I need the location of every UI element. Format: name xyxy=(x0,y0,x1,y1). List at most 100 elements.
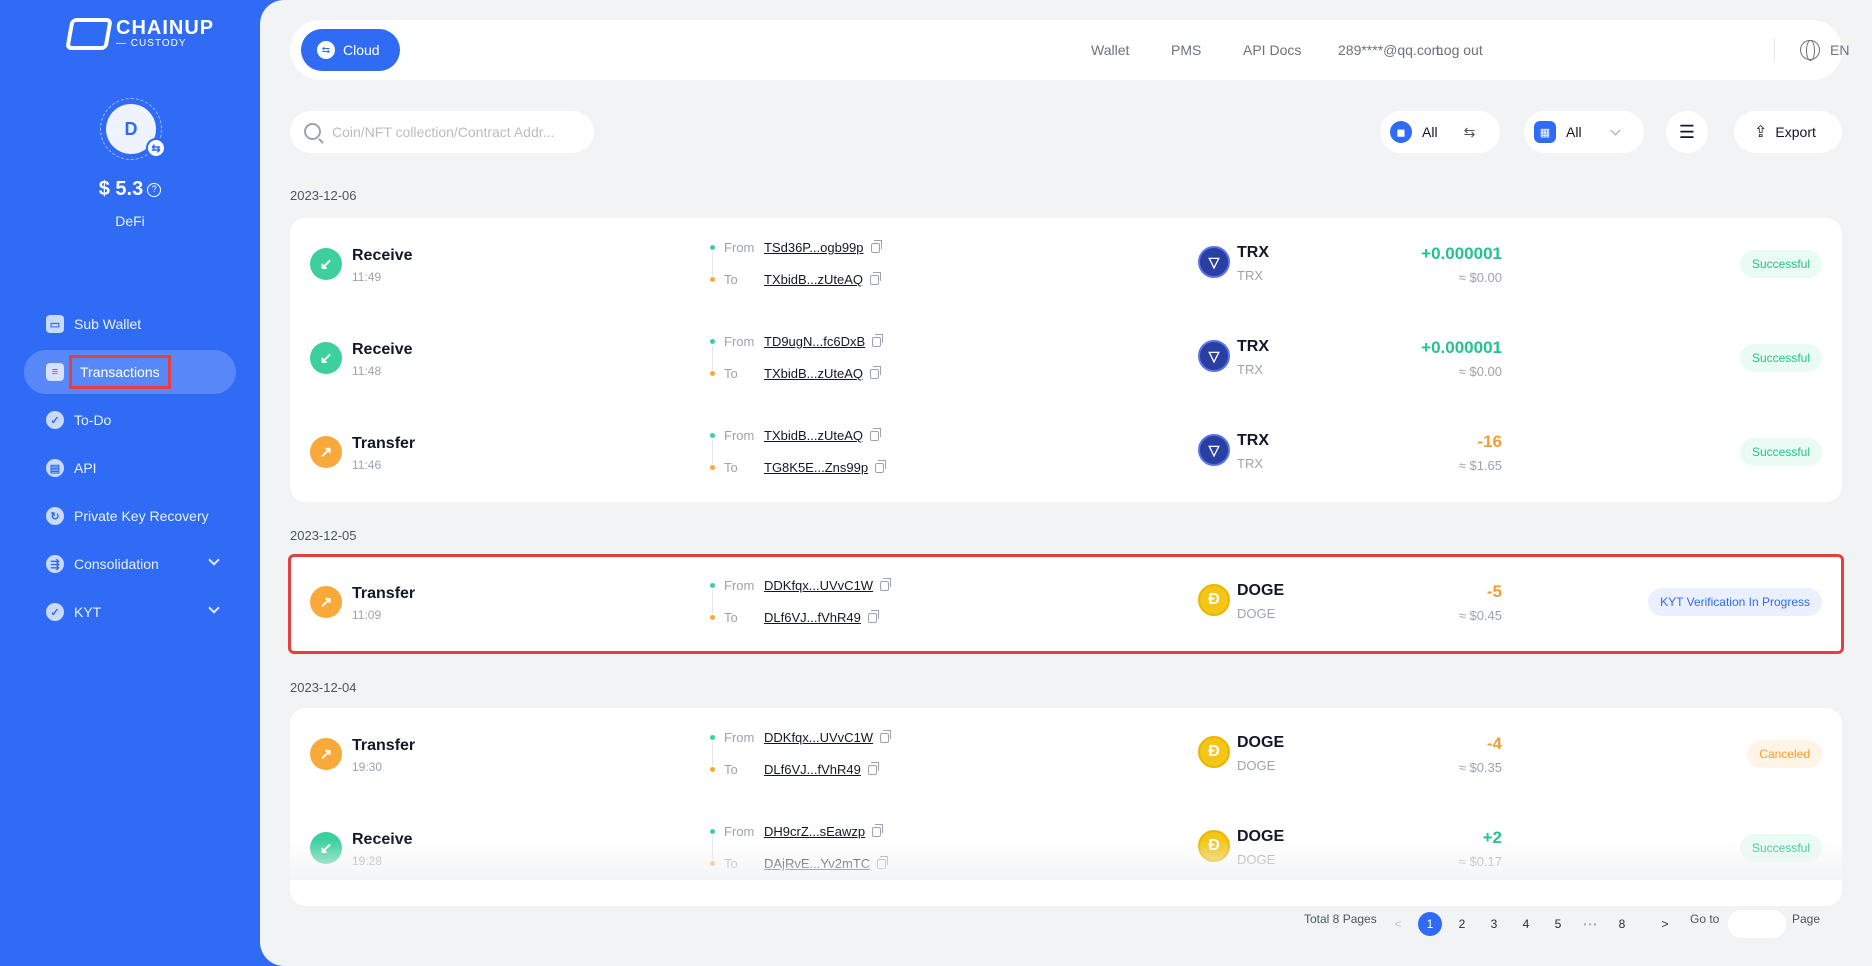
trx-coin-icon: ▽ xyxy=(1198,246,1230,278)
coin-symbol: TRX xyxy=(1237,432,1269,449)
from-dot-icon xyxy=(710,433,715,438)
transaction-time: 11:46 xyxy=(352,458,382,472)
transaction-row[interactable]: ↙ Receive 11:48 From TD9ugN...fc6DxB To TXbidB… xyxy=(290,312,1842,406)
fiat-value: ≈ $0.35 xyxy=(1458,760,1502,775)
coin-name: TRX xyxy=(1237,456,1263,471)
globe-icon[interactable] xyxy=(1800,40,1820,61)
from-address-value[interactable]: DH9crZ...sEawzp xyxy=(764,824,865,839)
page-2[interactable]: 2 xyxy=(1450,912,1474,936)
from-address-value[interactable]: TD9ugN...fc6DxB xyxy=(764,334,865,349)
search-icon xyxy=(304,123,321,140)
to-label: To xyxy=(724,366,738,381)
to-address-value[interactable]: TXbidB...zUteAQ xyxy=(764,272,863,287)
prev-page-button[interactable]: < xyxy=(1386,912,1410,936)
transaction-row[interactable]: ↗ Transfer 11:46 From TXbidB...zUteAQ To TG8K5… xyxy=(290,406,1842,500)
sidebar-item-consolidation[interactable]: ⇶ Consolidation xyxy=(24,542,236,586)
grid-icon: ▦ xyxy=(1534,121,1556,143)
chevron-down-icon[interactable] xyxy=(208,602,220,614)
top-bar: ⇆ Cloud Wallet PMS API Docs 289****@qq.c… xyxy=(290,20,1849,80)
copy-icon[interactable] xyxy=(869,271,881,285)
switch-wallet-icon[interactable]: ⇆ xyxy=(146,138,166,158)
copy-icon[interactable] xyxy=(869,427,881,441)
copy-icon[interactable] xyxy=(867,761,879,775)
from-address-value[interactable]: TXbidB...zUteAQ xyxy=(764,428,863,443)
api-icon: ▤ xyxy=(46,459,64,477)
chevron-down-icon[interactable] xyxy=(208,554,220,566)
copy-icon[interactable] xyxy=(880,729,892,743)
transaction-row[interactable]: ↙ Receive 11:49 From TSd36P...ogb99p To TXbidB… xyxy=(290,218,1842,312)
to-dot-icon xyxy=(710,767,715,772)
from-address: From TSd36P...ogb99p xyxy=(710,239,882,255)
search-input[interactable] xyxy=(332,111,582,153)
direction-filter[interactable]: ◼ All ⇆ xyxy=(1380,111,1500,153)
status-badge: Successful xyxy=(1739,344,1822,372)
sidebar-item-api[interactable]: ▤ API xyxy=(24,446,236,490)
chainup-logo[interactable]: CHAINUP — CUSTODY xyxy=(65,18,214,50)
copy-icon[interactable] xyxy=(880,577,892,591)
copy-icon[interactable] xyxy=(875,459,887,473)
from-dot-icon xyxy=(710,735,715,740)
copy-icon[interactable] xyxy=(867,609,879,623)
to-dot-icon xyxy=(710,465,715,470)
sidebar-item-private-key-recovery[interactable]: ↻ Private Key Recovery xyxy=(24,494,236,538)
from-address-value[interactable]: DDKfqx...UVvC1W xyxy=(764,730,873,745)
export-button[interactable]: ⇪ Export xyxy=(1734,111,1842,153)
copy-icon[interactable] xyxy=(869,365,881,379)
copy-icon[interactable] xyxy=(872,823,884,837)
transaction-type: Transfer xyxy=(352,585,416,602)
to-address-value[interactable]: DLf6VJ...fVhR49 xyxy=(764,610,861,625)
sidebar-item-to-do[interactable]: ✓ To-Do xyxy=(24,398,236,442)
pms-link[interactable]: PMS xyxy=(1171,42,1201,58)
to-address: To TXbidB...zUteAQ xyxy=(710,271,881,287)
sidebar-item-label: To-Do xyxy=(74,412,112,428)
from-label: From xyxy=(724,240,755,255)
to-address-value[interactable]: TXbidB...zUteAQ xyxy=(764,366,863,381)
copy-icon[interactable] xyxy=(870,239,882,253)
sidebar-item-kyt[interactable]: ✓ KYT xyxy=(24,590,236,634)
copy-icon[interactable] xyxy=(872,333,884,347)
wallet-link[interactable]: Wallet xyxy=(1091,42,1129,58)
next-page-button[interactable]: > xyxy=(1653,912,1677,936)
sidebar-item-transactions[interactable]: ≡ Transactions xyxy=(24,350,236,394)
api-docs-link[interactable]: API Docs xyxy=(1243,42,1301,58)
fiat-value: ≈ $0.45 xyxy=(1458,608,1502,623)
from-address: From DDKfqx...UVvC1W xyxy=(710,577,892,593)
goto-page-input[interactable] xyxy=(1728,910,1786,938)
to-dot-icon xyxy=(710,277,715,282)
to-address-value[interactable]: TG8K5E...Zns99p xyxy=(764,460,868,475)
transaction-row[interactable]: ↗ Transfer 19:30 From DDKfqx...UVvC1W To DLf6V… xyxy=(290,708,1842,802)
coin-name: DOGE xyxy=(1237,758,1276,773)
page-8[interactable]: 8 xyxy=(1610,912,1634,936)
to-dot-icon xyxy=(710,371,715,376)
from-address-value[interactable]: DDKfqx...UVvC1W xyxy=(764,578,873,593)
logout-link[interactable]: Log out xyxy=(1436,42,1483,58)
page-1[interactable]: 1 xyxy=(1418,912,1442,936)
fiat-value: ≈ $0.00 xyxy=(1458,270,1502,285)
cloud-button[interactable]: ⇆ Cloud xyxy=(301,29,400,71)
page-5[interactable]: 5 xyxy=(1546,912,1570,936)
type-filter[interactable]: ▦ All xyxy=(1524,111,1644,153)
avatar[interactable]: D ⇆ xyxy=(106,104,166,158)
status-badge: Canceled xyxy=(1747,740,1822,768)
sort-button[interactable]: ☰ xyxy=(1666,111,1708,153)
transaction-type: Transfer xyxy=(352,737,416,754)
from-address: From TXbidB...zUteAQ xyxy=(710,427,881,443)
date-header: 2023-12-05 xyxy=(290,528,357,543)
doge-coin-icon: Ð xyxy=(1198,736,1230,768)
avatar-ring: D ⇆ xyxy=(100,98,166,160)
language-selector[interactable]: EN xyxy=(1830,42,1849,58)
page-4[interactable]: 4 xyxy=(1514,912,1538,936)
page-3[interactable]: 3 xyxy=(1482,912,1506,936)
transaction-row[interactable]: ↗ Transfer 11:09 From DDKfqx...UVvC1W To DLf6V… xyxy=(290,556,1842,650)
divider xyxy=(1774,38,1775,62)
from-label: From xyxy=(724,578,755,593)
sidebar-item-label: Transactions xyxy=(69,355,171,389)
sidebar-item-sub-wallet[interactable]: ▭ Sub Wallet xyxy=(24,302,236,346)
to-address-value[interactable]: DLf6VJ...fVhR49 xyxy=(764,762,861,777)
sidebar-item-label: Sub Wallet xyxy=(74,316,142,332)
transaction-card: ↗ Transfer 11:09 From DDKfqx...UVvC1W To DLf6V… xyxy=(288,554,1844,654)
send-arrow-icon: ↗ xyxy=(310,436,342,468)
to-dot-icon xyxy=(710,615,715,620)
from-address-value[interactable]: TSd36P...ogb99p xyxy=(764,240,864,255)
help-icon[interactable]: ? xyxy=(147,183,162,197)
